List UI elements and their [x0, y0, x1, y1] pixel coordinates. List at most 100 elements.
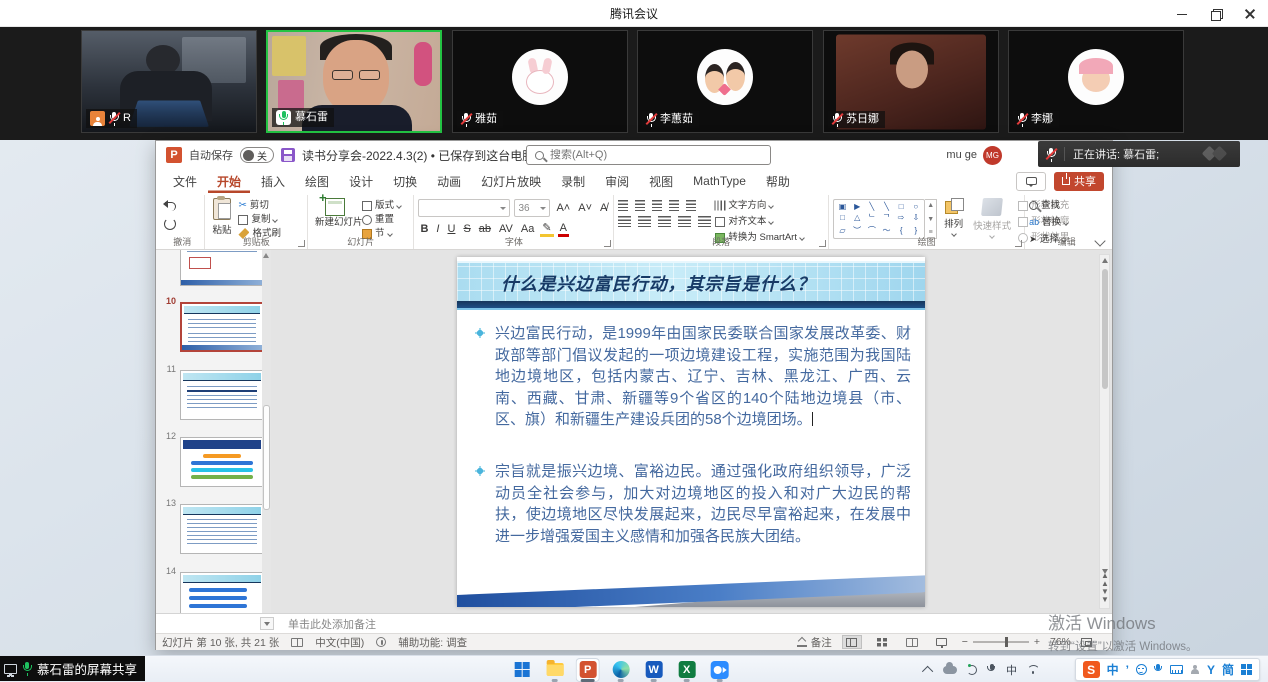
tab-transitions[interactable]: 切换: [384, 170, 426, 193]
sogou-mode[interactable]: 中: [1107, 661, 1119, 678]
tab-animations[interactable]: 动画: [428, 170, 470, 193]
reset-button[interactable]: 重置: [362, 213, 401, 226]
document-title[interactable]: 读书分享会-2022.4.3(2) • 已保存到这台电脑: [302, 147, 534, 164]
align-text-button[interactable]: 对齐文本: [715, 215, 804, 228]
bold-button[interactable]: B: [418, 223, 430, 235]
keyboard-icon[interactable]: [1170, 665, 1183, 674]
slide-thumbnail-panel[interactable]: 10 11 12: [156, 250, 271, 613]
thumbnail-slide-9[interactable]: [180, 250, 264, 286]
dialog-launcher-icon[interactable]: [819, 240, 826, 247]
comments-button[interactable]: [1016, 172, 1046, 191]
search-input[interactable]: [550, 149, 762, 161]
taskbar-tencent-meeting[interactable]: [708, 658, 732, 682]
simplified-chinese-icon[interactable]: 简: [1222, 661, 1234, 678]
line-spacing-icon[interactable]: [686, 200, 696, 211]
font-size-combo[interactable]: 36: [514, 199, 550, 217]
tab-mathtype[interactable]: MathType: [684, 171, 755, 191]
notes-collapse-icon[interactable]: [260, 617, 274, 630]
slideshow-button[interactable]: [932, 635, 952, 649]
char-spacing-button[interactable]: AV: [497, 223, 515, 235]
thumbnail-scrollbar[interactable]: [262, 250, 271, 613]
zoom-slider[interactable]: [973, 641, 1029, 643]
layout-button[interactable]: 版式: [362, 199, 401, 212]
language-indicator[interactable]: 中文(中国): [315, 635, 364, 650]
start-button[interactable]: [510, 658, 534, 682]
notes-toggle[interactable]: 备注: [797, 635, 832, 650]
find-button[interactable]: 查找: [1029, 199, 1068, 212]
skin-icon[interactable]: [1190, 665, 1200, 675]
video-tile-5[interactable]: 苏日娜: [823, 30, 999, 133]
slide-sorter-button[interactable]: [872, 635, 892, 649]
sync-icon[interactable]: [967, 665, 977, 675]
video-tile-4[interactable]: 李蕙茹: [637, 30, 813, 133]
video-tile-6[interactable]: 李娜: [1008, 30, 1184, 133]
justify-icon[interactable]: [678, 216, 691, 227]
video-tile-2[interactable]: 慕石雷: [266, 30, 442, 133]
zoom-out-button[interactable]: −: [962, 636, 968, 648]
underline-button[interactable]: U: [445, 223, 457, 235]
speaking-banner[interactable]: 正在讲话: 慕石雷;: [1038, 141, 1240, 167]
slide-title[interactable]: 什么是兴边富民行动，其宗旨是什么？: [457, 271, 816, 296]
increase-indent-icon[interactable]: [669, 200, 679, 211]
taskbar-word[interactable]: W: [642, 658, 666, 682]
shadow-button[interactable]: ab: [477, 223, 493, 235]
grow-font-button[interactable]: A˄: [554, 202, 572, 214]
account-area[interactable]: mu ge MG: [946, 141, 1002, 169]
quick-styles-button[interactable]: 快速样式: [970, 197, 1014, 239]
shrink-font-button[interactable]: A˅: [576, 202, 594, 214]
tab-view[interactable]: 视图: [640, 170, 682, 193]
sogou-punct[interactable]: ’: [1126, 663, 1129, 677]
dialog-launcher-icon[interactable]: [1015, 240, 1022, 247]
dialog-launcher-icon[interactable]: [604, 240, 611, 247]
decrease-indent-icon[interactable]: [652, 200, 662, 211]
copy-button[interactable]: 复制: [238, 213, 281, 226]
taskbar-file-explorer[interactable]: [543, 658, 567, 682]
network-icon[interactable]: [1027, 665, 1038, 674]
share-button[interactable]: 共享: [1054, 172, 1104, 191]
clear-format-button[interactable]: A̸: [598, 202, 609, 214]
normal-view-button[interactable]: [842, 635, 862, 649]
thumbnail-slide-11[interactable]: [180, 370, 264, 420]
new-slide-button[interactable]: 新建幻灯片: [312, 197, 358, 229]
slide-canvas[interactable]: 什么是兴边富民行动，其宗旨是什么？ 兴边富民行动，是1999年由国家民委联合国家…: [457, 257, 925, 607]
paste-button[interactable]: 粘贴: [209, 197, 234, 237]
video-tile-1[interactable]: R: [81, 30, 257, 133]
slide-bullet-2[interactable]: 宗旨就是振兴边境、富裕边民。通过强化政府组织领导，广泛动员全社会参与，加大对边境…: [475, 461, 911, 547]
sogou-letter[interactable]: Y: [1207, 663, 1215, 677]
previous-slide-button[interactable]: ▲▲: [1101, 572, 1109, 588]
zoom-percent[interactable]: 76%: [1050, 636, 1071, 648]
numbering-icon[interactable]: [635, 200, 645, 211]
change-case-button[interactable]: Aa: [519, 223, 536, 235]
tab-help[interactable]: 帮助: [757, 170, 799, 193]
bullets-icon[interactable]: [618, 200, 628, 211]
scrollbar-thumb[interactable]: [263, 405, 270, 510]
ime-indicator[interactable]: 中: [1006, 662, 1017, 678]
search-box[interactable]: [526, 145, 771, 165]
thumbnail-slide-14[interactable]: [180, 572, 264, 613]
tab-home[interactable]: 开始: [208, 170, 250, 193]
toolbox-grid-icon[interactable]: [1241, 664, 1252, 675]
shape-gallery[interactable]: ▣▶╲╲□○ □△ᄂᄀ⇨⇩ ▱︶⌒〜{}: [833, 199, 925, 239]
autosave-toggle[interactable]: 关: [240, 147, 274, 163]
tab-record[interactable]: 录制: [552, 170, 594, 193]
dialog-launcher-icon[interactable]: [298, 240, 305, 247]
scroll-up-icon[interactable]: [1102, 258, 1108, 263]
mic-muted-icon[interactable]: [1046, 148, 1056, 161]
slide-counter[interactable]: 幻灯片 第 10 张, 共 21 张: [162, 635, 279, 650]
sogou-logo[interactable]: S: [1083, 661, 1100, 678]
tab-draw[interactable]: 绘图: [296, 170, 338, 193]
replace-button[interactable]: ab替换: [1029, 216, 1068, 229]
arrange-button[interactable]: 排列: [941, 197, 966, 237]
notes-pane[interactable]: 单击此处添加备注: [156, 613, 1112, 633]
tab-review[interactable]: 审阅: [596, 170, 638, 193]
text-direction-button[interactable]: 文字方向: [715, 199, 804, 212]
align-center-icon[interactable]: [638, 216, 651, 227]
screen-share-label[interactable]: 慕石雷的屏幕共享: [0, 656, 145, 681]
account-avatar[interactable]: MG: [983, 146, 1002, 165]
fit-to-window-icon[interactable]: [1081, 638, 1092, 647]
voice-input-icon[interactable]: [1154, 664, 1163, 676]
tray-expand-icon[interactable]: [922, 665, 933, 676]
spellcheck-icon[interactable]: [291, 638, 303, 647]
redo-icon[interactable]: [164, 218, 176, 230]
onedrive-icon[interactable]: [943, 666, 957, 674]
